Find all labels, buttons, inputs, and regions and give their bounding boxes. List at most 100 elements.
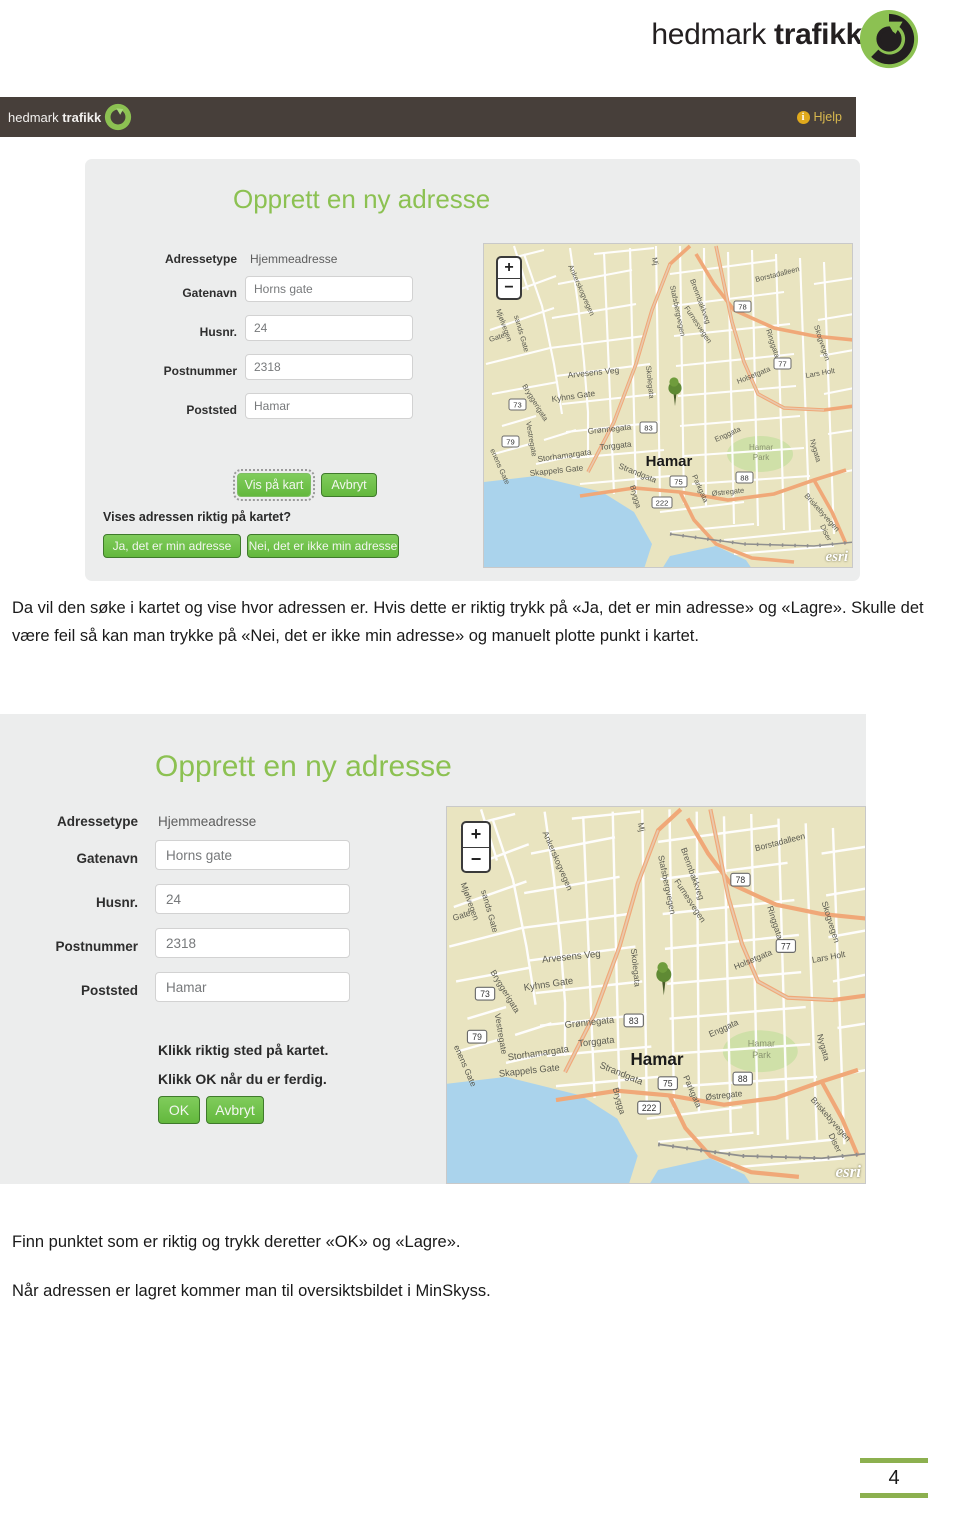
circular-arrow-logo-icon: [105, 103, 132, 131]
field-label: Postnummer: [55, 939, 138, 954]
screenshot-2: Opprett en ny adresse Adressetype Hjemme…: [0, 714, 866, 1184]
brand-name-thin: hedmark: [651, 18, 775, 51]
zoom-in-button[interactable]: +: [463, 823, 489, 847]
footer-rule-bottom: [860, 1493, 928, 1498]
husnr-input[interactable]: 24: [155, 884, 350, 914]
brand-name-bold: trafikk: [774, 18, 862, 51]
svg-text:79: 79: [506, 438, 514, 447]
circular-arrow-logo-icon: [859, 9, 919, 69]
address-map-2[interactable]: Ankerskogvegen Mj Stafsbergvegen Brennba…: [446, 806, 866, 1184]
svg-text:75: 75: [663, 1079, 673, 1089]
svg-text:222: 222: [656, 499, 669, 508]
field-label: Adressetype: [56, 814, 138, 829]
form-row-gatenavn: Gatenavn Horns gate: [85, 276, 415, 315]
svg-text:222: 222: [642, 1103, 657, 1113]
vis-pa-kart-button[interactable]: Vis på kart: [233, 469, 315, 501]
avbryt-button[interactable]: Avbryt: [206, 1096, 264, 1124]
map-zoom-controls[interactable]: + −: [496, 256, 522, 300]
form-row-husnr: Husnr. 24: [85, 315, 415, 354]
poststed-input[interactable]: Hamar: [155, 972, 350, 1002]
form-row-adressetype: Adressetype Hjemmeadresse: [0, 810, 350, 840]
form-row-poststed: Poststed Hamar: [0, 972, 350, 1016]
form-row-postnummer: Postnummer 2318: [0, 928, 350, 972]
field-label: Adressetype: [164, 252, 237, 266]
svg-text:79: 79: [472, 1032, 482, 1042]
city-label: Hamar: [646, 453, 693, 470]
help-label: Hjelp: [813, 110, 843, 124]
svg-text:77: 77: [778, 360, 786, 369]
page-footer: 4: [860, 1458, 928, 1498]
form-row-poststed: Poststed Hamar: [85, 393, 415, 432]
gatenavn-input[interactable]: Horns gate: [245, 276, 413, 302]
form-title: Opprett en ny adresse: [233, 184, 491, 214]
field-label: Gatenavn: [76, 851, 138, 866]
hedmark-trafikk-logo: hedmark trafikk: [651, 18, 862, 52]
gatenavn-input[interactable]: Horns gate: [155, 840, 350, 870]
map-zoom-controls[interactable]: + −: [461, 821, 491, 873]
form-row-postnummer: Postnummer 2318: [85, 354, 415, 393]
svg-text:73: 73: [480, 989, 490, 999]
confirm-question: Vises adressen riktig på kartet?: [103, 510, 292, 524]
map-canvas: Ankerskogvegen Mj Stafsbergvegen Brennba…: [447, 807, 866, 1184]
field-label: Poststed: [186, 403, 237, 417]
form-title: Opprett en ny adresse: [155, 750, 452, 783]
app-header-bar: hedmark trafikk i Hjelp: [0, 97, 856, 137]
form-row-adressetype: Adressetype Hjemmeadresse: [85, 249, 415, 276]
svg-text:77: 77: [781, 941, 791, 951]
app-brand-bold: trafikk: [62, 109, 102, 125]
form-row-gatenavn: Gatenavn Horns gate: [0, 840, 350, 884]
city-label: Hamar: [631, 1049, 684, 1069]
page-number: 4: [888, 1467, 900, 1489]
paragraph-1: Da vil den søke i kartet og vise hvor ad…: [12, 599, 924, 645]
screenshot-1: hedmark trafikk i Hjelp Opprett en ny ad…: [0, 97, 860, 582]
field-value-static: Hjemmeadresse: [250, 252, 338, 266]
field-label: Gatenavn: [182, 286, 237, 300]
park-label: Park: [753, 453, 770, 462]
instruction-line-2: Klikk OK når du er ferdig.: [158, 1071, 327, 1087]
app-logo[interactable]: hedmark trafikk: [0, 103, 132, 131]
poststed-input[interactable]: Hamar: [245, 393, 413, 419]
park-label: Park: [752, 1050, 771, 1060]
ok-button[interactable]: OK: [158, 1096, 200, 1124]
svg-text:83: 83: [629, 1016, 639, 1026]
svg-text:73: 73: [513, 401, 521, 410]
paragraph-2: Finn punktet som er riktig og trykk dere…: [12, 1233, 461, 1251]
zoom-out-button[interactable]: −: [498, 277, 520, 299]
address-map-1[interactable]: Ankerskogvegen Mj Stafsbergvegen Brennba…: [483, 243, 853, 568]
ja-min-adresse-button[interactable]: Ja, det er min adresse: [103, 534, 241, 558]
info-icon: i: [796, 110, 810, 124]
svg-text:75: 75: [674, 478, 682, 487]
document-header: hedmark trafikk: [0, 0, 960, 86]
form-fields: Adressetype Hjemmeadresse Gatenavn Horns…: [85, 249, 415, 432]
form-fields: Adressetype Hjemmeadresse Gatenavn Horns…: [0, 810, 350, 1016]
postnummer-input[interactable]: 2318: [245, 354, 413, 380]
instruction-line-1: Klikk riktig sted på kartet.: [158, 1042, 329, 1058]
brand-wordmark: hedmark trafikk: [651, 18, 862, 52]
svg-text:83: 83: [644, 424, 652, 433]
esri-attribution: esri: [825, 549, 849, 565]
address-form-panel: Opprett en ny adresse Adressetype Hjemme…: [85, 159, 860, 581]
avbryt-button[interactable]: Avbryt: [321, 473, 377, 497]
zoom-in-button[interactable]: +: [498, 258, 520, 278]
svg-text:88: 88: [740, 474, 748, 483]
paragraph-3: Når adressen er lagret kommer man til ov…: [12, 1282, 491, 1300]
park-label: Hamar: [748, 1038, 775, 1048]
document-page: hedmark trafikk hedmark trafikk i Hjelp …: [0, 0, 960, 1520]
postnummer-input[interactable]: 2318: [155, 928, 350, 958]
park-label: Hamar: [749, 443, 773, 452]
app-brand-thin: hedmark: [8, 109, 63, 125]
field-label: Husnr.: [199, 325, 237, 339]
field-label: Husnr.: [95, 895, 138, 910]
form-row-husnr: Husnr. 24: [0, 884, 350, 928]
app-brand-wordmark: hedmark trafikk: [8, 110, 101, 125]
field-value-static: Hjemmeadresse: [158, 814, 257, 829]
svg-text:78: 78: [736, 875, 746, 885]
map-canvas: Ankerskogvegen Mj Stafsbergvegen Brennba…: [484, 244, 852, 567]
field-label: Poststed: [80, 983, 138, 998]
help-link[interactable]: i Hjelp: [796, 110, 857, 124]
svg-text:88: 88: [738, 1074, 748, 1084]
zoom-out-button[interactable]: −: [463, 846, 489, 872]
nei-ikke-min-adresse-button[interactable]: Nei, det er ikke min adresse: [247, 534, 399, 558]
esri-attribution: esri: [835, 1162, 862, 1181]
husnr-input[interactable]: 24: [245, 315, 413, 341]
